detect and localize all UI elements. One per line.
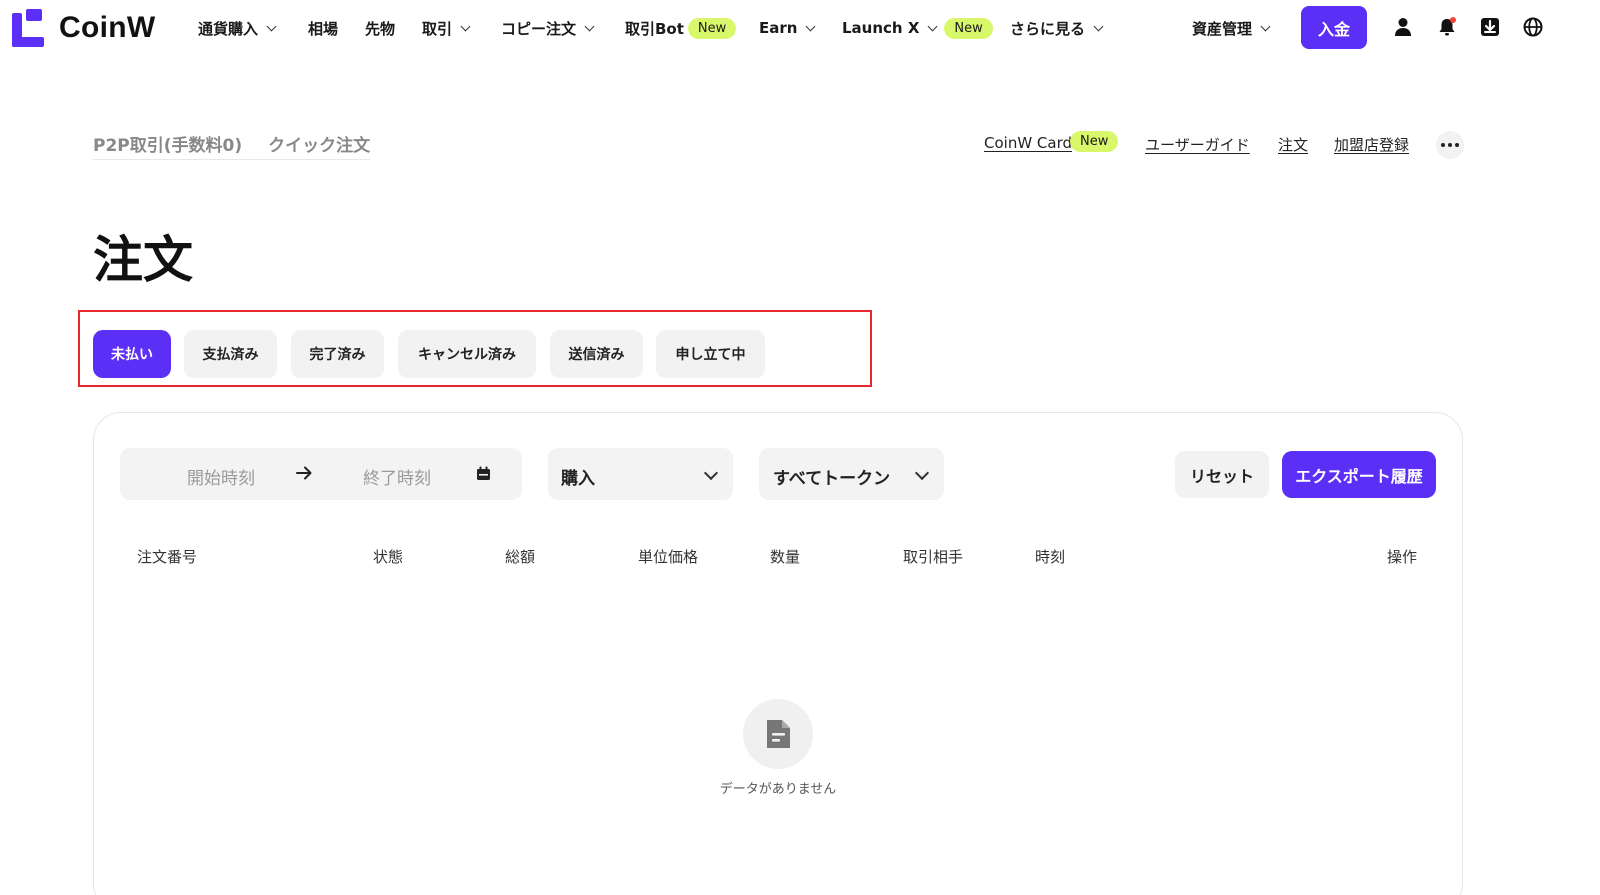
chevron-down-icon xyxy=(1093,21,1104,31)
column-unit-price: 単位価格 xyxy=(638,548,699,566)
tab-sent[interactable]: 送信済み xyxy=(550,330,643,378)
bell-icon[interactable] xyxy=(1436,16,1458,38)
nav-item-trade[interactable]: 取引 xyxy=(422,16,471,40)
nav-item-label: Earn xyxy=(759,19,798,37)
new-badge: New xyxy=(944,17,993,39)
tab-paid[interactable]: 支払済み xyxy=(184,330,277,378)
nav-item-label: 取引 xyxy=(422,19,453,38)
tab-unpaid[interactable]: 未払い xyxy=(93,330,171,378)
coinw-logo[interactable]: CoinW xyxy=(12,8,155,48)
nav-item-label: Launch X xyxy=(842,19,920,37)
nav-item-markets[interactable]: 相場 xyxy=(308,16,338,40)
subtab-quick-order[interactable]: クイック注文 xyxy=(268,131,370,156)
coinw-logo-icon xyxy=(12,9,46,47)
nav-item-asset-management[interactable]: 資産管理 xyxy=(1192,16,1271,40)
subtab-p2p[interactable]: P2P取引(手数料0) xyxy=(93,131,242,156)
tab-completed[interactable]: 完了済み xyxy=(291,330,384,378)
nav-item-label: 資産管理 xyxy=(1192,19,1253,38)
link-label: CoinW Card xyxy=(984,134,1073,152)
globe-icon[interactable] xyxy=(1522,16,1544,38)
new-badge: New xyxy=(1070,131,1119,152)
nav-item-more[interactable]: さらに見る xyxy=(1010,16,1104,40)
more-dot-icon xyxy=(1441,143,1445,147)
download-icon[interactable] xyxy=(1479,16,1501,38)
column-actions: 操作 xyxy=(1387,548,1418,566)
export-history-button[interactable]: エクスポート履歴 xyxy=(1282,451,1436,498)
chevron-down-icon xyxy=(927,21,938,31)
column-status: 状態 xyxy=(373,548,404,566)
nav-item-label: 通貨購入 xyxy=(198,19,259,38)
reset-button[interactable]: リセット xyxy=(1175,451,1269,498)
link-merchant-registration[interactable]: 加盟店登録 xyxy=(1334,134,1409,155)
nav-item-buy-crypto[interactable]: 通貨購入 xyxy=(198,16,277,40)
chevron-down-icon xyxy=(266,21,277,31)
tab-cancelled[interactable]: キャンセル済み xyxy=(398,330,536,378)
chevron-down-icon xyxy=(806,21,816,31)
brand-name: CoinW xyxy=(59,11,156,44)
nav-item-trading-bot[interactable]: 取引Bot New xyxy=(625,16,737,40)
token-select-value: すべてトークン xyxy=(773,469,891,489)
nav-item-futures[interactable]: 先物 xyxy=(365,16,395,40)
empty-state-icon xyxy=(743,699,813,769)
more-options-button[interactable] xyxy=(1436,131,1464,159)
chevron-down-icon xyxy=(584,21,595,31)
nav-item-label: さらに見る xyxy=(1010,19,1086,38)
end-time-input[interactable]: 終了時刻 xyxy=(363,464,431,489)
page-title: 注文 xyxy=(93,231,193,289)
more-dot-icon xyxy=(1448,143,1452,147)
nav-item-label: コピー注文 xyxy=(501,19,577,38)
calendar-icon[interactable] xyxy=(476,466,491,481)
link-user-guide[interactable]: ユーザーガイド xyxy=(1145,134,1250,155)
link-coinw-card[interactable]: CoinW Card xyxy=(984,134,1072,152)
new-badge: New xyxy=(687,17,737,39)
chevron-down-icon xyxy=(1260,21,1271,31)
nav-item-copy-trading[interactable]: コピー注文 xyxy=(501,16,595,40)
nav-item-label: 相場 xyxy=(308,19,339,38)
column-total: 総額 xyxy=(505,548,536,566)
nav-item-label: 取引Bot xyxy=(625,19,684,38)
empty-state-text: データがありません xyxy=(719,782,837,797)
date-range-picker[interactable] xyxy=(120,448,522,500)
nav-item-label: 先物 xyxy=(365,19,396,38)
side-select-value: 購入 xyxy=(561,469,595,489)
column-quantity: 数量 xyxy=(770,548,801,566)
nav-item-earn[interactable]: Earn xyxy=(759,16,816,40)
nav-item-launch-x[interactable]: Launch X New xyxy=(842,16,993,40)
deposit-button[interactable]: 入金 xyxy=(1301,6,1367,49)
p2p-subtabs: P2P取引(手数料0) クイック注文 xyxy=(93,128,371,160)
chevron-down-icon xyxy=(460,21,471,31)
link-orders[interactable]: 注文 xyxy=(1278,134,1308,155)
arrow-right-icon xyxy=(296,466,312,480)
start-time-input[interactable]: 開始時刻 xyxy=(187,464,255,489)
top-navigation: CoinW 通貨購入 相場 先物 取引 コピー注文 取引Bot New Earn … xyxy=(0,0,1600,56)
user-icon[interactable] xyxy=(1392,16,1414,38)
column-time: 時刻 xyxy=(1035,548,1066,566)
column-order-number: 注文番号 xyxy=(137,548,198,566)
column-counterparty: 取引相手 xyxy=(903,548,964,566)
tab-in-dispute[interactable]: 申し立て中 xyxy=(656,330,765,378)
document-icon xyxy=(767,720,790,748)
more-dot-icon xyxy=(1455,143,1459,147)
